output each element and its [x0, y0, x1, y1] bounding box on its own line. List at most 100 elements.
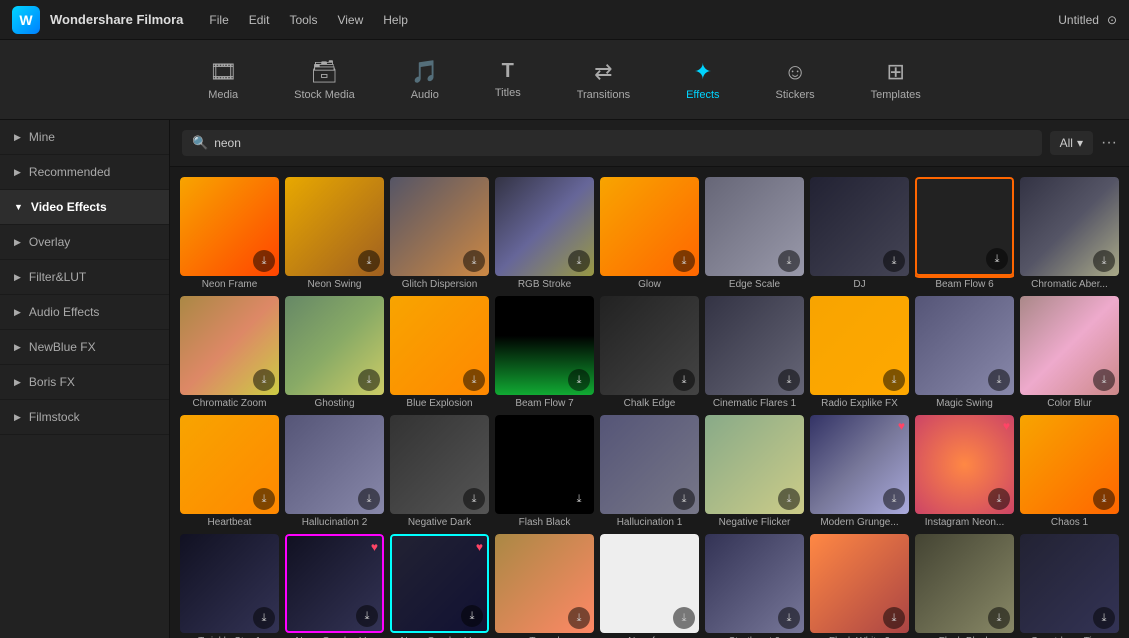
effect-item-negative-dark[interactable]: ⤓Negative Dark	[390, 415, 489, 528]
download-btn-modern-grunge[interactable]: ⤓	[883, 488, 905, 510]
effect-item-chromatic-zoom[interactable]: ⤓Chromatic Zoom	[180, 296, 279, 409]
download-btn-glow[interactable]: ⤓	[673, 250, 695, 272]
download-btn-heartbeat[interactable]: ⤓	[253, 488, 275, 510]
effect-item-beam-flow-6[interactable]: ⤓Beam Flow 6	[915, 177, 1014, 290]
effect-item-color-blur[interactable]: ⤓Color Blur	[1020, 296, 1119, 409]
download-btn-glitch-dispersion[interactable]: ⤓	[463, 250, 485, 272]
effect-item-edge-scale[interactable]: ⤓Edge Scale	[705, 177, 804, 290]
effect-item-flash-white-2[interactable]: ⤓Flash White 2	[810, 534, 909, 638]
effect-item-neon-frame[interactable]: ⤓Neon Frame	[180, 177, 279, 290]
effect-item-modern-grunge[interactable]: ♥⤓Modern Grunge...	[810, 415, 909, 528]
sidebar-item-recommended[interactable]: ▶ Recommended	[0, 155, 169, 190]
effect-item-neon-overlay-v2[interactable]: ♥⤓Neon Overlay V...	[390, 534, 489, 638]
download-btn-beam-flow-6[interactable]: ⤓	[986, 248, 1008, 270]
effect-item-hallucination-2[interactable]: ⤓Hallucination 2	[285, 415, 384, 528]
download-btn-startburst-9[interactable]: ⤓	[778, 607, 800, 629]
download-btn-negative-flicker[interactable]: ⤓	[778, 488, 800, 510]
download-btn-cinematic-flares[interactable]: ⤓	[778, 369, 800, 391]
download-btn-neon-overlay-v1[interactable]: ⤓	[356, 605, 378, 627]
effect-item-chalk-edge[interactable]: ⤓Chalk Edge	[600, 296, 699, 409]
download-btn-instagram-neon[interactable]: ⤓	[988, 488, 1010, 510]
effect-item-rgb-stroke[interactable]: ⤓RGB Stroke	[495, 177, 594, 290]
effect-item-twinkle-star[interactable]: ⤓Twinkle Star 1	[180, 534, 279, 638]
menu-edit[interactable]: Edit	[249, 13, 270, 27]
effect-item-flash-black-2[interactable]: ⤓Flash Black	[915, 534, 1014, 638]
sidebar-item-video-effects[interactable]: ▼ Video Effects	[0, 190, 169, 225]
effect-item-chromatic-ab[interactable]: ⤓Chromatic Aber...	[1020, 177, 1119, 290]
effect-item-countdown-tim[interactable]: ⤓Countdown Tim...	[1020, 534, 1119, 638]
sidebar-item-audio-effects[interactable]: ▶ Audio Effects	[0, 295, 169, 330]
search-input[interactable]	[214, 136, 1031, 150]
tool-stock-media[interactable]: 🗃 Stock Media	[282, 53, 367, 107]
effect-item-chaos-1[interactable]: ⤓Chaos 1	[1020, 415, 1119, 528]
menu-file[interactable]: File	[209, 13, 228, 27]
effect-item-neonface[interactable]: ⤓Neonface	[600, 534, 699, 638]
menu-help[interactable]: Help	[383, 13, 408, 27]
menu-tools[interactable]: Tools	[289, 13, 317, 27]
menu-view[interactable]: View	[337, 13, 363, 27]
heart-icon-neon-overlay-v2[interactable]: ♥	[476, 540, 483, 554]
effect-item-flash-black[interactable]: ⤓Flash Black	[495, 415, 594, 528]
effect-item-dj[interactable]: ⤓DJ	[810, 177, 909, 290]
more-options-button[interactable]: ···	[1101, 134, 1117, 152]
tool-transitions[interactable]: ⇄ Transitions	[565, 53, 642, 107]
heart-icon-modern-grunge[interactable]: ♥	[898, 419, 905, 433]
search-input-wrap[interactable]: 🔍	[182, 130, 1042, 156]
download-btn-edge-scale[interactable]: ⤓	[778, 250, 800, 272]
tool-titles[interactable]: T Titles	[483, 54, 533, 105]
download-btn-twinkle-star[interactable]: ⤓	[253, 607, 275, 629]
download-btn-magic-swing[interactable]: ⤓	[988, 369, 1010, 391]
effect-item-cinematic-flares[interactable]: ⤓Cinematic Flares 1	[705, 296, 804, 409]
download-btn-neonface[interactable]: ⤓	[673, 607, 695, 629]
effect-item-glitch-dispersion[interactable]: ⤓Glitch Dispersion	[390, 177, 489, 290]
effect-item-beam-flow-7[interactable]: ⤓Beam Flow 7	[495, 296, 594, 409]
effect-item-startburst-9[interactable]: ⤓Startburst 9	[705, 534, 804, 638]
download-btn-chalk-edge[interactable]: ⤓	[673, 369, 695, 391]
download-btn-flash-white-2[interactable]: ⤓	[883, 607, 905, 629]
effect-item-ghosting[interactable]: ⤓Ghosting	[285, 296, 384, 409]
filter-dropdown[interactable]: All ▾	[1050, 131, 1093, 155]
effect-item-heartbeat[interactable]: ⤓Heartbeat	[180, 415, 279, 528]
sidebar-item-overlay[interactable]: ▶ Overlay	[0, 225, 169, 260]
download-btn-dj[interactable]: ⤓	[883, 250, 905, 272]
download-btn-ghosting[interactable]: ⤓	[358, 369, 380, 391]
download-btn-color-blur[interactable]: ⤓	[1093, 369, 1115, 391]
sidebar-item-mine[interactable]: ▶ Mine	[0, 120, 169, 155]
download-btn-neon-swing[interactable]: ⤓	[358, 250, 380, 272]
tool-templates[interactable]: ⊞ Templates	[859, 53, 933, 107]
download-btn-flash-black-2[interactable]: ⤓	[988, 607, 1010, 629]
tool-media[interactable]: 🎞 Media	[196, 53, 250, 107]
effect-item-tunnel[interactable]: ⤓Tunnel	[495, 534, 594, 638]
heart-icon-neon-overlay-v1[interactable]: ♥	[371, 540, 378, 554]
effect-item-negative-flicker[interactable]: ⤓Negative Flicker	[705, 415, 804, 528]
tool-stickers[interactable]: ☺ Stickers	[764, 53, 827, 107]
sidebar-item-newblue-fx[interactable]: ▶ NewBlue FX	[0, 330, 169, 365]
download-btn-hallucination-1[interactable]: ⤓	[673, 488, 695, 510]
download-btn-neon-overlay-v2[interactable]: ⤓	[461, 605, 483, 627]
download-btn-blue-explosion[interactable]: ⤓	[463, 369, 485, 391]
effect-item-neon-swing[interactable]: ⤓Neon Swing	[285, 177, 384, 290]
download-btn-chaos-1[interactable]: ⤓	[1093, 488, 1115, 510]
download-btn-beam-flow-7[interactable]: ⤓	[568, 369, 590, 391]
download-btn-chromatic-zoom[interactable]: ⤓	[253, 369, 275, 391]
effect-item-radio-explike[interactable]: ⤓Radio Explike FX	[810, 296, 909, 409]
effect-item-hallucination-1[interactable]: ⤓Hallucination 1	[600, 415, 699, 528]
download-btn-tunnel[interactable]: ⤓	[568, 607, 590, 629]
heart-icon-instagram-neon[interactable]: ♥	[1003, 419, 1010, 433]
download-btn-chromatic-ab[interactable]: ⤓	[1093, 250, 1115, 272]
download-btn-countdown-tim[interactable]: ⤓	[1093, 607, 1115, 629]
download-btn-hallucination-2[interactable]: ⤓	[358, 488, 380, 510]
sidebar-item-boris-fx[interactable]: ▶ Boris FX	[0, 365, 169, 400]
tool-effects[interactable]: ✦ Effects	[674, 53, 731, 107]
download-btn-radio-explike[interactable]: ⤓	[883, 369, 905, 391]
effect-item-neon-overlay-v1[interactable]: ♥⤓Neon Overlay V...	[285, 534, 384, 638]
effect-item-glow[interactable]: ⤓Glow	[600, 177, 699, 290]
sidebar-item-filter-lut[interactable]: ▶ Filter&LUT	[0, 260, 169, 295]
download-btn-flash-black[interactable]: ⤓	[568, 488, 590, 510]
download-btn-neon-frame[interactable]: ⤓	[253, 250, 275, 272]
download-btn-negative-dark[interactable]: ⤓	[463, 488, 485, 510]
sidebar-item-filmstock[interactable]: ▶ Filmstock	[0, 400, 169, 435]
effect-item-instagram-neon[interactable]: ♥⤓Instagram Neon...	[915, 415, 1014, 528]
download-btn-rgb-stroke[interactable]: ⤓	[568, 250, 590, 272]
tool-audio[interactable]: 🎵 Audio	[399, 53, 451, 107]
